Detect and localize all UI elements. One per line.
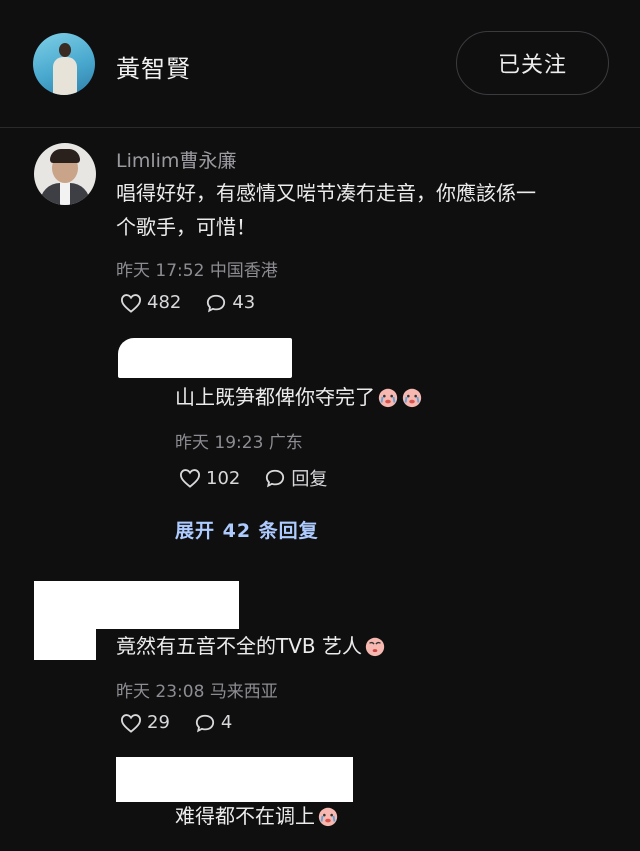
reply-text-content: 山上既笋都俾你夺完了 (175, 385, 375, 409)
reply-count-button[interactable]: 43 (205, 292, 255, 313)
sad-face-emoji-icon (365, 637, 385, 657)
follow-button[interactable]: 已关注 (456, 31, 609, 95)
profile-header: 黃智賢 已关注 (0, 0, 640, 128)
like-button[interactable]: 102 (179, 468, 240, 489)
like-count: 102 (206, 467, 241, 489)
heart-outline-icon (120, 713, 142, 733)
redacted-avatar-name (118, 338, 292, 378)
comment-location: 中国香港 (209, 261, 278, 281)
speech-bubble-icon (195, 714, 214, 732)
profile-avatar[interactable] (33, 33, 95, 95)
comment-text: 唱得好好，有感情又啱节凑冇走音，你應該係一 个歌手，可惜！ (116, 176, 536, 244)
reply-count: 43 (232, 292, 256, 313)
comment-time: 昨天 17:52 (116, 261, 205, 281)
heart-outline-icon (120, 293, 142, 313)
speech-bubble-icon (266, 469, 285, 488)
reply-text: 难得都不在调上 (175, 799, 339, 833)
comment-meta: 昨天 17:52 中国香港 (116, 256, 278, 281)
reply-button[interactable]: 回复 (264, 465, 327, 491)
reply-location: 广东 (268, 433, 303, 453)
comments-screen: 黃智賢 已关注 Limlim曹永廉 唱得好好，有感情又啱节凑冇走音，你應該係一 … (0, 0, 640, 851)
profile-name[interactable]: 黃智賢 (116, 49, 191, 84)
reply-actions: 102 回复 (179, 465, 351, 491)
comment-actions: 482 43 (120, 292, 279, 313)
comment-username[interactable]: Limlim曹永廉 (116, 146, 236, 173)
crying-face-emoji-icon (378, 388, 398, 408)
comment-location: 马来西亚 (209, 682, 278, 702)
reply-time: 昨天 19:23 (175, 433, 264, 453)
comment-text-content: 竟然有五音不全的TVB 艺人 (116, 634, 362, 658)
redacted-avatar-name (116, 757, 353, 802)
reply-text-content: 难得都不在调上 (175, 804, 315, 828)
reply-text: 山上既笋都俾你夺完了 (175, 380, 423, 414)
like-count: 29 (147, 712, 170, 733)
redacted-avatar (34, 628, 96, 660)
heart-outline-icon (179, 469, 201, 488)
comment-meta: 昨天 23:08 马来西亚 (116, 677, 278, 702)
speech-bubble-icon (207, 294, 226, 312)
comment-text-line: 唱得好好，有感情又啱节凑冇走音，你應該係一 (116, 181, 536, 205)
reply-count-button[interactable]: 4 (194, 712, 232, 733)
crying-face-emoji-icon (402, 388, 422, 408)
comment-time: 昨天 23:08 (116, 682, 205, 702)
comment-text-line: 个歌手，可惜！ (116, 215, 256, 239)
redacted-username (34, 581, 239, 629)
reply-count: 4 (220, 712, 233, 733)
like-button[interactable]: 29 (120, 712, 170, 733)
comment-text: 竟然有五音不全的TVB 艺人 (116, 629, 386, 663)
like-count: 482 (147, 292, 182, 313)
like-button[interactable]: 482 (120, 292, 181, 313)
reply-label: 回复 (291, 469, 328, 490)
crying-face-emoji-icon (318, 807, 338, 827)
commenter-avatar[interactable] (34, 143, 96, 205)
reply-meta: 昨天 19:23 广东 (175, 428, 303, 453)
expand-replies-button[interactable]: 展开 42 条回复 (175, 516, 319, 543)
comment-actions: 29 4 (120, 712, 256, 733)
